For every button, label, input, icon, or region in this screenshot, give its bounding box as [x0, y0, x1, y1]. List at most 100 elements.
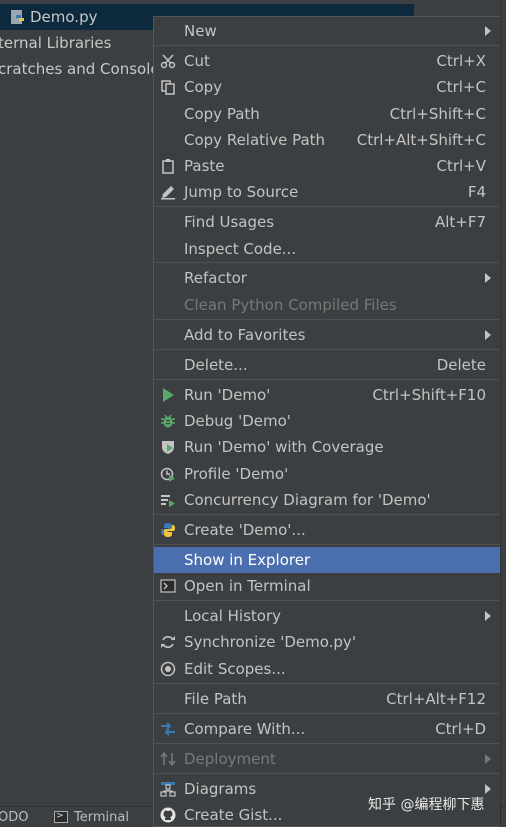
menu-item-edit-scopes[interactable]: Edit Scopes... — [154, 656, 500, 682]
menu-item-label: Find Usages — [184, 213, 275, 231]
menu-item-copy-path[interactable]: Copy Path Ctrl+Shift+C — [154, 101, 500, 127]
menu-item-label: File Path — [184, 690, 247, 708]
menu-separator — [154, 600, 500, 601]
menu-separator — [154, 379, 500, 380]
menu-item-compare-with[interactable]: Compare With... Ctrl+D — [154, 716, 500, 742]
menu-item-local-history[interactable]: Local History — [154, 603, 500, 629]
scissors-icon — [160, 54, 176, 69]
panel-divider — [500, 0, 501, 805]
watermark: 知乎 @编程柳下惠 — [368, 797, 485, 813]
menu-item-shortcut: Ctrl+Shift+F10 — [372, 386, 486, 404]
compare-arrows-icon — [161, 722, 175, 736]
coverage-icon — [162, 441, 174, 454]
menu-item-open-in-terminal[interactable]: Open in Terminal — [154, 573, 500, 599]
menu-item-debug[interactable]: Debug 'Demo' — [154, 408, 500, 434]
menu-item-label: Create Gist... — [184, 806, 283, 824]
menu-item-label: Show in Explorer — [184, 551, 311, 569]
menu-item-label: Jump to Source — [184, 183, 299, 201]
menu-item-inspect-code[interactable]: Inspect Code... — [154, 236, 500, 262]
menu-item-label: Create 'Demo'... — [184, 521, 306, 539]
menu-item-label: Debug 'Demo' — [184, 412, 291, 430]
menu-item-create-run-config[interactable]: Create 'Demo'... — [154, 517, 500, 543]
menu-separator — [154, 349, 500, 350]
context-menu: New Cut Ctrl+X Copy Ctrl+C Copy Path Ctr… — [153, 16, 501, 827]
menu-item-shortcut: Ctrl+X — [436, 52, 486, 70]
menu-item-profile[interactable]: Profile 'Demo' — [154, 461, 500, 487]
menu-item-label: Add to Favorites — [184, 326, 306, 344]
paste-icon — [162, 159, 174, 174]
menu-separator — [154, 45, 500, 46]
menu-item-shortcut: Ctrl+Alt+Shift+C — [356, 131, 486, 149]
menu-item-label: Copy Relative Path — [184, 131, 326, 149]
menu-separator — [154, 319, 500, 320]
menu-item-label: Synchronize 'Demo.py' — [184, 633, 356, 651]
menu-item-label: Edit Scopes... — [184, 660, 286, 678]
menu-item-paste[interactable]: Paste Ctrl+V — [154, 153, 500, 179]
terminal-tab[interactable]: Terminal — [74, 807, 129, 827]
menu-separator — [154, 544, 500, 545]
menu-separator — [154, 514, 500, 515]
submenu-arrow-icon — [483, 18, 491, 44]
menu-item-label: Run 'Demo' — [184, 386, 271, 404]
submenu-arrow-icon — [483, 265, 491, 291]
scope-target-icon — [160, 661, 176, 677]
menu-item-copy[interactable]: Copy Ctrl+C — [154, 74, 500, 100]
menu-item-label: Inspect Code... — [184, 240, 297, 258]
menu-item-add-to-favorites[interactable]: Add to Favorites — [154, 322, 500, 348]
menu-item-concurrency-diagram[interactable]: Concurrency Diagram for 'Demo' — [154, 487, 500, 513]
menu-item-shortcut: Delete — [436, 356, 486, 374]
menu-item-find-usages[interactable]: Find Usages Alt+F7 — [154, 209, 500, 235]
todo-tab[interactable]: ODO — [0, 807, 28, 827]
menu-item-delete[interactable]: Delete... Delete — [154, 352, 500, 378]
menu-separator — [154, 773, 500, 774]
menu-item-shortcut: Alt+F7 — [434, 213, 486, 231]
submenu-arrow-icon — [483, 322, 491, 348]
menu-item-jump-to-source[interactable]: Jump to Source F4 — [154, 179, 500, 205]
menu-item-label: Delete... — [184, 356, 248, 374]
profile-clock-icon — [160, 467, 175, 482]
menu-item-label: Compare With... — [184, 720, 306, 738]
menu-item-run-with-coverage[interactable]: Run 'Demo' with Coverage — [154, 434, 500, 460]
menu-item-label: Local History — [184, 607, 282, 625]
tree-item-label: Demo.py — [30, 8, 98, 26]
menu-item-refactor[interactable]: Refactor — [154, 265, 500, 291]
pencil-icon — [161, 186, 175, 200]
deployment-icon — [160, 751, 176, 767]
menu-item-deployment: Deployment — [154, 746, 500, 772]
menu-item-run[interactable]: Run 'Demo' Ctrl+Shift+F10 — [154, 382, 500, 408]
submenu-arrow-icon — [483, 746, 491, 772]
menu-item-label: Deployment — [184, 750, 276, 768]
menu-item-label: Profile 'Demo' — [184, 465, 289, 483]
project-tree: Demo.py ternal Libraries cratches and Co… — [0, 0, 414, 805]
menu-separator — [154, 206, 500, 207]
menu-item-copy-relative-path[interactable]: Copy Relative Path Ctrl+Alt+Shift+C — [154, 127, 500, 153]
menu-item-shortcut: Ctrl+Alt+F12 — [386, 690, 486, 708]
menu-item-label: Concurrency Diagram for 'Demo' — [184, 491, 431, 509]
menu-separator — [154, 713, 500, 714]
menu-item-shortcut: Ctrl+Shift+C — [389, 105, 486, 123]
menu-item-label: Clean Python Compiled Files — [184, 296, 397, 314]
github-icon — [160, 807, 176, 823]
python-logo-icon — [161, 523, 175, 537]
menu-item-synchronize[interactable]: Synchronize 'Demo.py' — [154, 629, 500, 655]
submenu-arrow-icon — [483, 603, 491, 629]
menu-item-new[interactable]: New — [154, 18, 500, 44]
menu-separator — [154, 262, 500, 263]
python-file-icon — [11, 10, 24, 24]
menu-item-shortcut: F4 — [467, 183, 486, 201]
menu-item-shortcut: Ctrl+C — [436, 78, 486, 96]
run-icon — [163, 388, 174, 402]
menu-item-label: Run 'Demo' with Coverage — [184, 438, 384, 456]
tree-item-label: cratches and Consoles — [0, 60, 168, 78]
sync-icon — [161, 636, 175, 648]
tree-item-label: ternal Libraries — [0, 34, 112, 52]
diagram-icon — [160, 782, 176, 797]
menu-item-label: Paste — [184, 157, 225, 175]
menu-item-cut[interactable]: Cut Ctrl+X — [154, 48, 500, 74]
menu-item-shortcut: Ctrl+D — [435, 720, 486, 738]
terminal-icon — [160, 579, 176, 593]
menu-item-show-in-explorer[interactable]: Show in Explorer — [154, 547, 500, 573]
menu-item-file-path[interactable]: File Path Ctrl+Alt+F12 — [154, 686, 500, 712]
menu-item-label: Diagrams — [184, 780, 257, 798]
menu-item-label: New — [184, 22, 217, 40]
